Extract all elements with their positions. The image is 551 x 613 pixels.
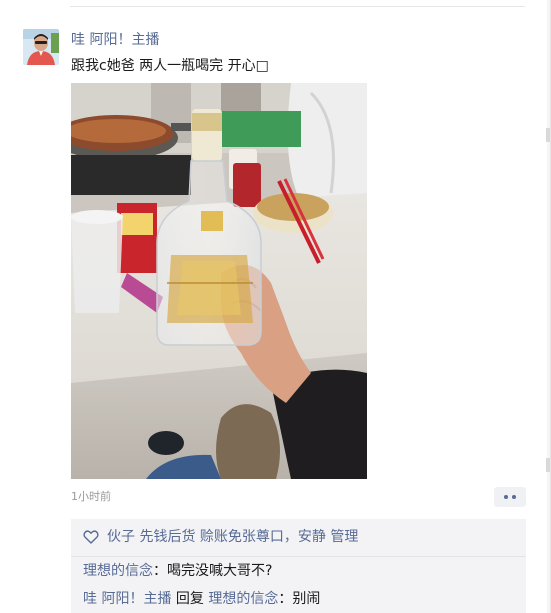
comment-item[interactable]: 理想的信念：喝完没喊大哥不? [83, 561, 272, 581]
post-author[interactable]: 哇 阿阳！主播 [71, 30, 159, 50]
feedback-panel: 伙子 先钱后货 赊账免张尊口，安静 管理 理想的信念：喝完没喊大哥不? 哇 阿阳… [71, 519, 526, 613]
comment-author[interactable]: 理想的信念 [83, 563, 153, 579]
more-dots-icon [504, 495, 508, 499]
likes-row: 伙子 先钱后货 赊账免张尊口，安静 管理 [83, 527, 358, 547]
scrollbar-track[interactable] [547, 0, 550, 613]
post-text: 跟我c她爸 两人一瓶喝完 开心□ [71, 58, 269, 74]
top-divider [70, 6, 525, 7]
more-dots-icon [512, 495, 516, 499]
avatar-image [23, 29, 59, 65]
comment-item[interactable]: 哇 阿阳！主播 回复 理想的信念：别闹 [83, 589, 320, 609]
scroll-marker [546, 458, 550, 472]
photo-image [71, 83, 367, 479]
heart-outline-icon [83, 530, 99, 544]
comment-text: 别闹 [292, 591, 321, 607]
comment-author[interactable]: 哇 阿阳！主播 [83, 591, 171, 607]
comment-separator: ： [153, 563, 167, 579]
likes-divider [71, 556, 526, 557]
scroll-marker [546, 128, 550, 142]
likes-names[interactable]: 伙子 先钱后货 赊账免张尊口，安静 管理 [107, 527, 358, 547]
reply-word: 回复 [171, 591, 209, 607]
comment-reply-to[interactable]: 理想的信念 [208, 591, 278, 607]
comment-text: 喝完没喊大哥不? [167, 563, 273, 579]
moments-feed: 哇 阿阳！主播 跟我c她爸 两人一瓶喝完 开心□ 1小时前 伙子 先钱后货 赊账… [0, 0, 551, 613]
post-photo[interactable] [71, 83, 367, 479]
more-button[interactable] [494, 487, 526, 507]
comment-separator: ： [278, 591, 293, 607]
avatar[interactable] [23, 29, 59, 65]
post-timestamp: 1小时前 [71, 490, 111, 503]
